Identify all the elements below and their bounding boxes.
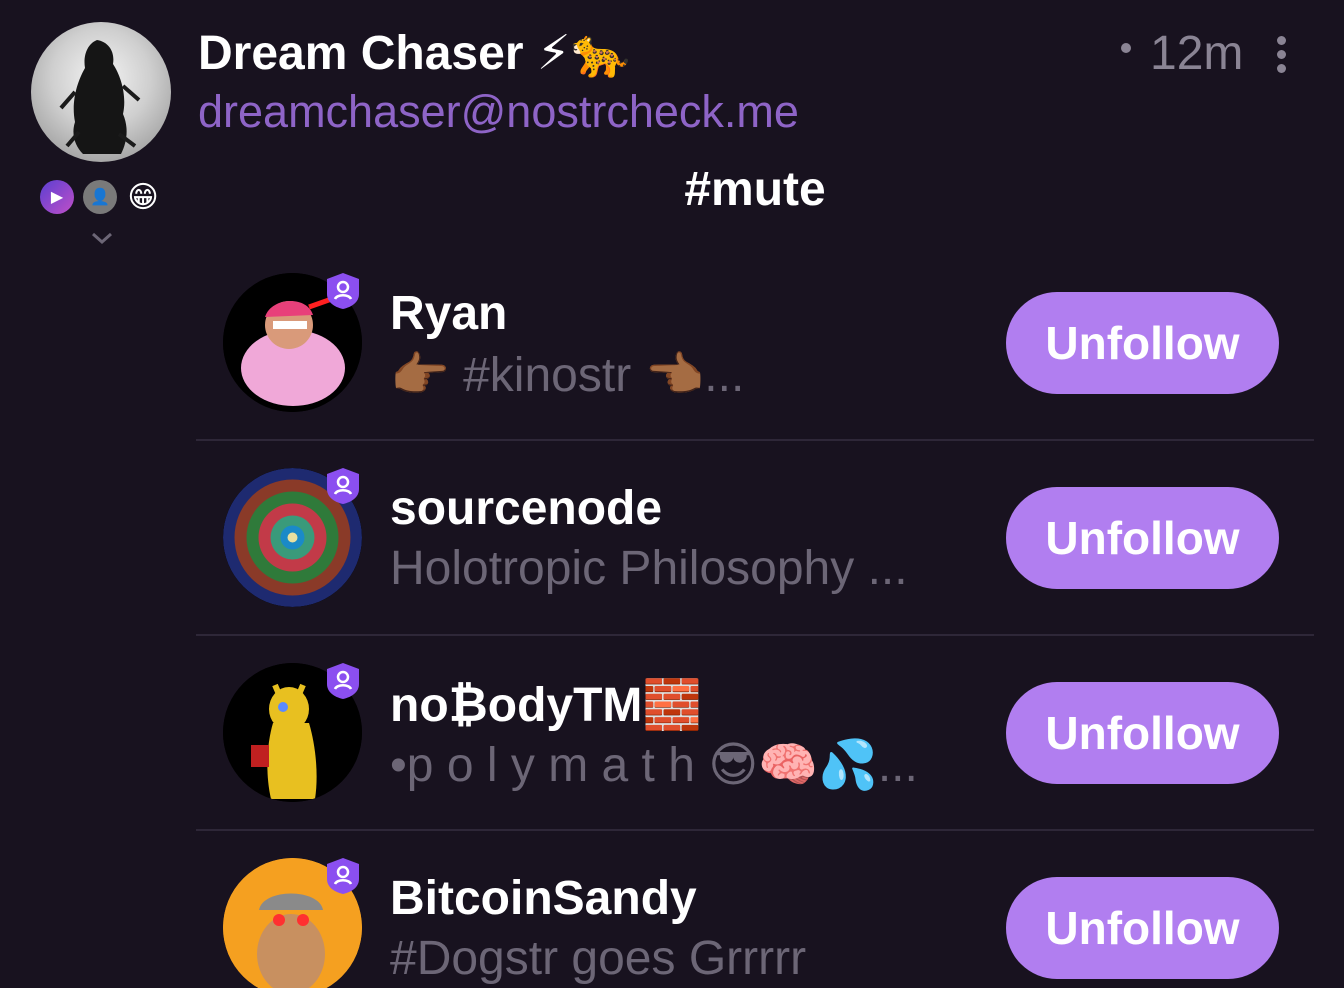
user-name[interactable]: Ryan [390,286,507,341]
user-bio: 👉🏾 #kinostr 👈🏾... [390,349,745,402]
verified-badge-icon [327,273,359,309]
list-item: no₿odyTM🧱 •p o l y m a t h 😎🧠💦... Unfoll… [196,634,1314,829]
user-bio: #Dogstr goes Grrrrr [390,932,807,985]
verified-badge-icon [327,663,359,699]
unfollow-button[interactable]: Unfollow [1006,877,1279,979]
content-hashtag[interactable]: #mute [0,162,1344,217]
unfollow-button[interactable]: Unfollow [1006,292,1279,394]
user-name[interactable]: BitcoinSandy [390,871,697,926]
note-card: ▶ 👤 😁 Dream Chaser ⚡🐆 dreamchaser@nostrc… [0,0,1344,988]
unfollow-button[interactable]: Unfollow [1006,682,1279,784]
user-bio: •p o l y m a t h 😎🧠💦... [390,739,918,792]
verified-badge-icon [327,468,359,504]
user-name[interactable]: no₿odyTM🧱 [390,676,702,733]
list-item: BitcoinSandy #Dogstr goes Grrrrr Unfollo… [196,829,1314,988]
user-bio: Holotropic Philosophy ... [390,542,908,595]
user-name[interactable]: sourcenode [390,481,662,536]
list-item: Ryan 👉🏾 #kinostr 👈🏾... Unfollow [196,246,1314,439]
unfollow-button[interactable]: Unfollow [1006,487,1279,589]
list-item: sourcenode Holotropic Philosophy ... Unf… [196,439,1314,634]
verified-badge-icon [327,858,359,894]
follow-list: Ryan 👉🏾 #kinostr 👈🏾... Unfollow sourceno… [196,246,1314,988]
